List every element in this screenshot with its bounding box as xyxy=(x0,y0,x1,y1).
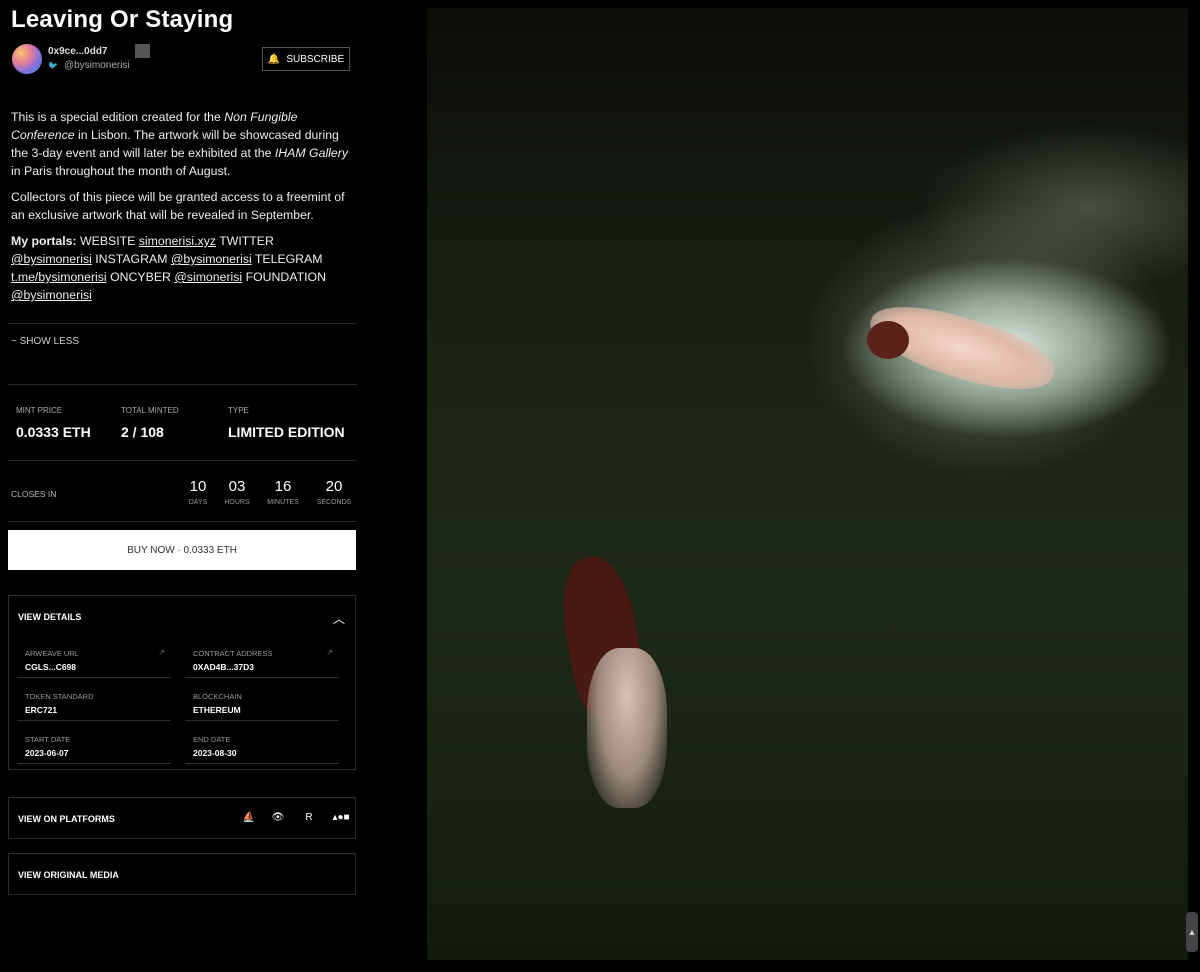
artwork-image[interactable] xyxy=(427,8,1188,960)
countdown-days-value: 10 xyxy=(189,478,207,495)
description-text: in Paris throughout the month of August. xyxy=(11,164,231,178)
portal-link-telegram[interactable]: t.me/bysimonerisi xyxy=(11,270,107,284)
divider xyxy=(8,384,357,385)
divider xyxy=(8,521,357,522)
contract-address-label: CONTRACT ADDRESS xyxy=(193,649,273,658)
blockchain-cell: BLOCKCHAIN ETHEREUM xyxy=(185,684,339,721)
description-paragraph-1: This is a special edition created for th… xyxy=(11,108,351,180)
scroll-handle-icon[interactable]: ▲ xyxy=(1186,912,1198,952)
portal-link-foundation[interactable]: @bysimonerisi xyxy=(11,288,92,302)
countdown-hours: 03 HOURS xyxy=(217,478,257,506)
copy-address-icon[interactable] xyxy=(135,44,150,58)
subscribe-button[interactable]: 🔔 SUBSCRIBE xyxy=(262,47,350,71)
countdown-seconds-label: SECONDS xyxy=(316,499,352,506)
left-panel: Leaving Or Staying 0x9ce...0dd7 🐦 @bysim… xyxy=(0,0,365,972)
type-value: LIMITED EDITION xyxy=(228,424,345,440)
view-original-media-button[interactable]: VIEW ORIGINAL MEDIA xyxy=(8,853,356,895)
countdown-days: 10 DAYS xyxy=(178,478,218,506)
end-date-label: END DATE xyxy=(193,735,231,744)
rarible-icon[interactable]: R xyxy=(302,811,316,825)
total-minted-value: 2 / 108 xyxy=(121,424,164,440)
start-date-cell: START DATE 2023-06-07 xyxy=(17,727,171,764)
token-standard-value: ERC721 xyxy=(25,705,58,715)
countdown-minutes-value: 16 xyxy=(274,478,292,495)
looksrare-icon[interactable]: 👁 xyxy=(271,811,285,825)
token-standard-label: TOKEN STANDARD xyxy=(25,692,94,701)
portal-label: TWITTER xyxy=(219,234,274,248)
external-link-icon[interactable]: ↗ xyxy=(158,648,165,657)
contract-address-value: 0XAD4B...37D3 xyxy=(193,662,254,672)
start-date-value: 2023-06-07 xyxy=(25,748,69,758)
description-paragraph-2: Collectors of this piece will be granted… xyxy=(11,190,345,222)
contract-address-cell[interactable]: CONTRACT ADDRESS 0XAD4B...37D3 ↗ xyxy=(185,641,339,678)
gallery-name: IHAM Gallery xyxy=(274,146,348,160)
view-details-toggle[interactable]: VIEW DETAILS xyxy=(18,612,81,622)
token-standard-cell: TOKEN STANDARD ERC721 xyxy=(17,684,171,721)
portal-label: FOUNDATION xyxy=(245,270,326,284)
countdown-days-label: DAYS xyxy=(188,499,208,506)
countdown-seconds: 20 SECONDS xyxy=(314,478,354,506)
countdown-seconds-value: 20 xyxy=(325,478,343,495)
countdown-hours-label: HOURS xyxy=(224,499,250,506)
arweave-url-value: CGLS...C698 xyxy=(25,662,77,672)
description-text: This is a special edition created for th… xyxy=(11,110,225,124)
buy-now-button[interactable]: BUY NOW · 0.0333 ETH xyxy=(8,530,356,570)
type-label: TYPE xyxy=(228,406,249,415)
portals-paragraph: My portals: WEBSITE simonerisi.xyz TWITT… xyxy=(11,232,351,304)
divider xyxy=(8,323,357,324)
portal-link-instagram[interactable]: @bysimonerisi xyxy=(171,252,252,266)
view-on-platforms-label: VIEW ON PLATFORMS xyxy=(18,814,115,824)
mint-price-value: 0.0333 ETH xyxy=(16,424,91,440)
portals-label: My portals: xyxy=(11,234,77,248)
opensea-icon[interactable]: ⛵ xyxy=(242,811,256,825)
countdown-hours-value: 03 xyxy=(228,478,246,495)
page-title: Leaving Or Staying xyxy=(11,6,234,33)
platforms-panel: VIEW ON PLATFORMS ⛵ 👁 R ▴●■ xyxy=(8,797,356,839)
wading-figure xyxy=(587,648,667,808)
blur-icon[interactable]: ▴●■ xyxy=(331,811,351,825)
portal-link-website[interactable]: simonerisi.xyz xyxy=(139,234,216,248)
description: This is a special edition created for th… xyxy=(11,108,351,312)
details-panel: VIEW DETAILS ︿ ARWEAVE URL CGLS...C698 ↗… xyxy=(8,595,356,770)
portal-link-twitter[interactable]: @bysimonerisi xyxy=(11,252,92,266)
creator-handle: @bysimonerisi xyxy=(63,60,130,71)
view-original-media-label: VIEW ORIGINAL MEDIA xyxy=(18,870,119,880)
total-minted-label: TOTAL MINTED xyxy=(121,406,179,415)
portal-label: ONCYBER xyxy=(110,270,171,284)
arweave-url-cell[interactable]: ARWEAVE URL CGLS...C698 ↗ xyxy=(17,641,171,678)
bell-icon: 🔔 xyxy=(267,53,281,65)
blockchain-label: BLOCKCHAIN xyxy=(193,692,242,701)
arweave-url-label: ARWEAVE URL xyxy=(25,649,79,658)
divider xyxy=(8,460,357,461)
external-link-icon[interactable]: ↗ xyxy=(326,648,333,657)
creator-handle-row[interactable]: 🐦 @bysimonerisi xyxy=(48,60,130,71)
portal-link-oncyber[interactable]: @simonerisi xyxy=(174,270,242,284)
creator-address[interactable]: 0x9ce...0dd7 xyxy=(48,46,107,57)
closes-in-label: CLOSES IN xyxy=(11,489,57,499)
figure-hair xyxy=(867,321,909,359)
chevron-up-icon[interactable]: ︿ xyxy=(333,610,345,627)
portal-label: INSTAGRAM xyxy=(95,252,168,266)
show-less-button[interactable]: − SHOW LESS xyxy=(11,336,79,347)
portal-label: TELEGRAM xyxy=(254,252,323,266)
mint-price-label: MINT PRICE xyxy=(16,406,63,415)
avatar[interactable] xyxy=(12,44,42,74)
start-date-label: START DATE xyxy=(25,735,71,744)
subscribe-label: SUBSCRIBE xyxy=(286,53,345,65)
blockchain-value: ETHEREUM xyxy=(193,705,241,715)
countdown-minutes-label: MINUTES xyxy=(267,499,299,506)
twitter-icon: 🐦 xyxy=(48,61,58,70)
portal-label: WEBSITE xyxy=(80,234,136,248)
end-date-cell: END DATE 2023-08-30 xyxy=(185,727,339,764)
end-date-value: 2023-08-30 xyxy=(193,748,237,758)
countdown-minutes: 16 MINUTES xyxy=(263,478,303,506)
